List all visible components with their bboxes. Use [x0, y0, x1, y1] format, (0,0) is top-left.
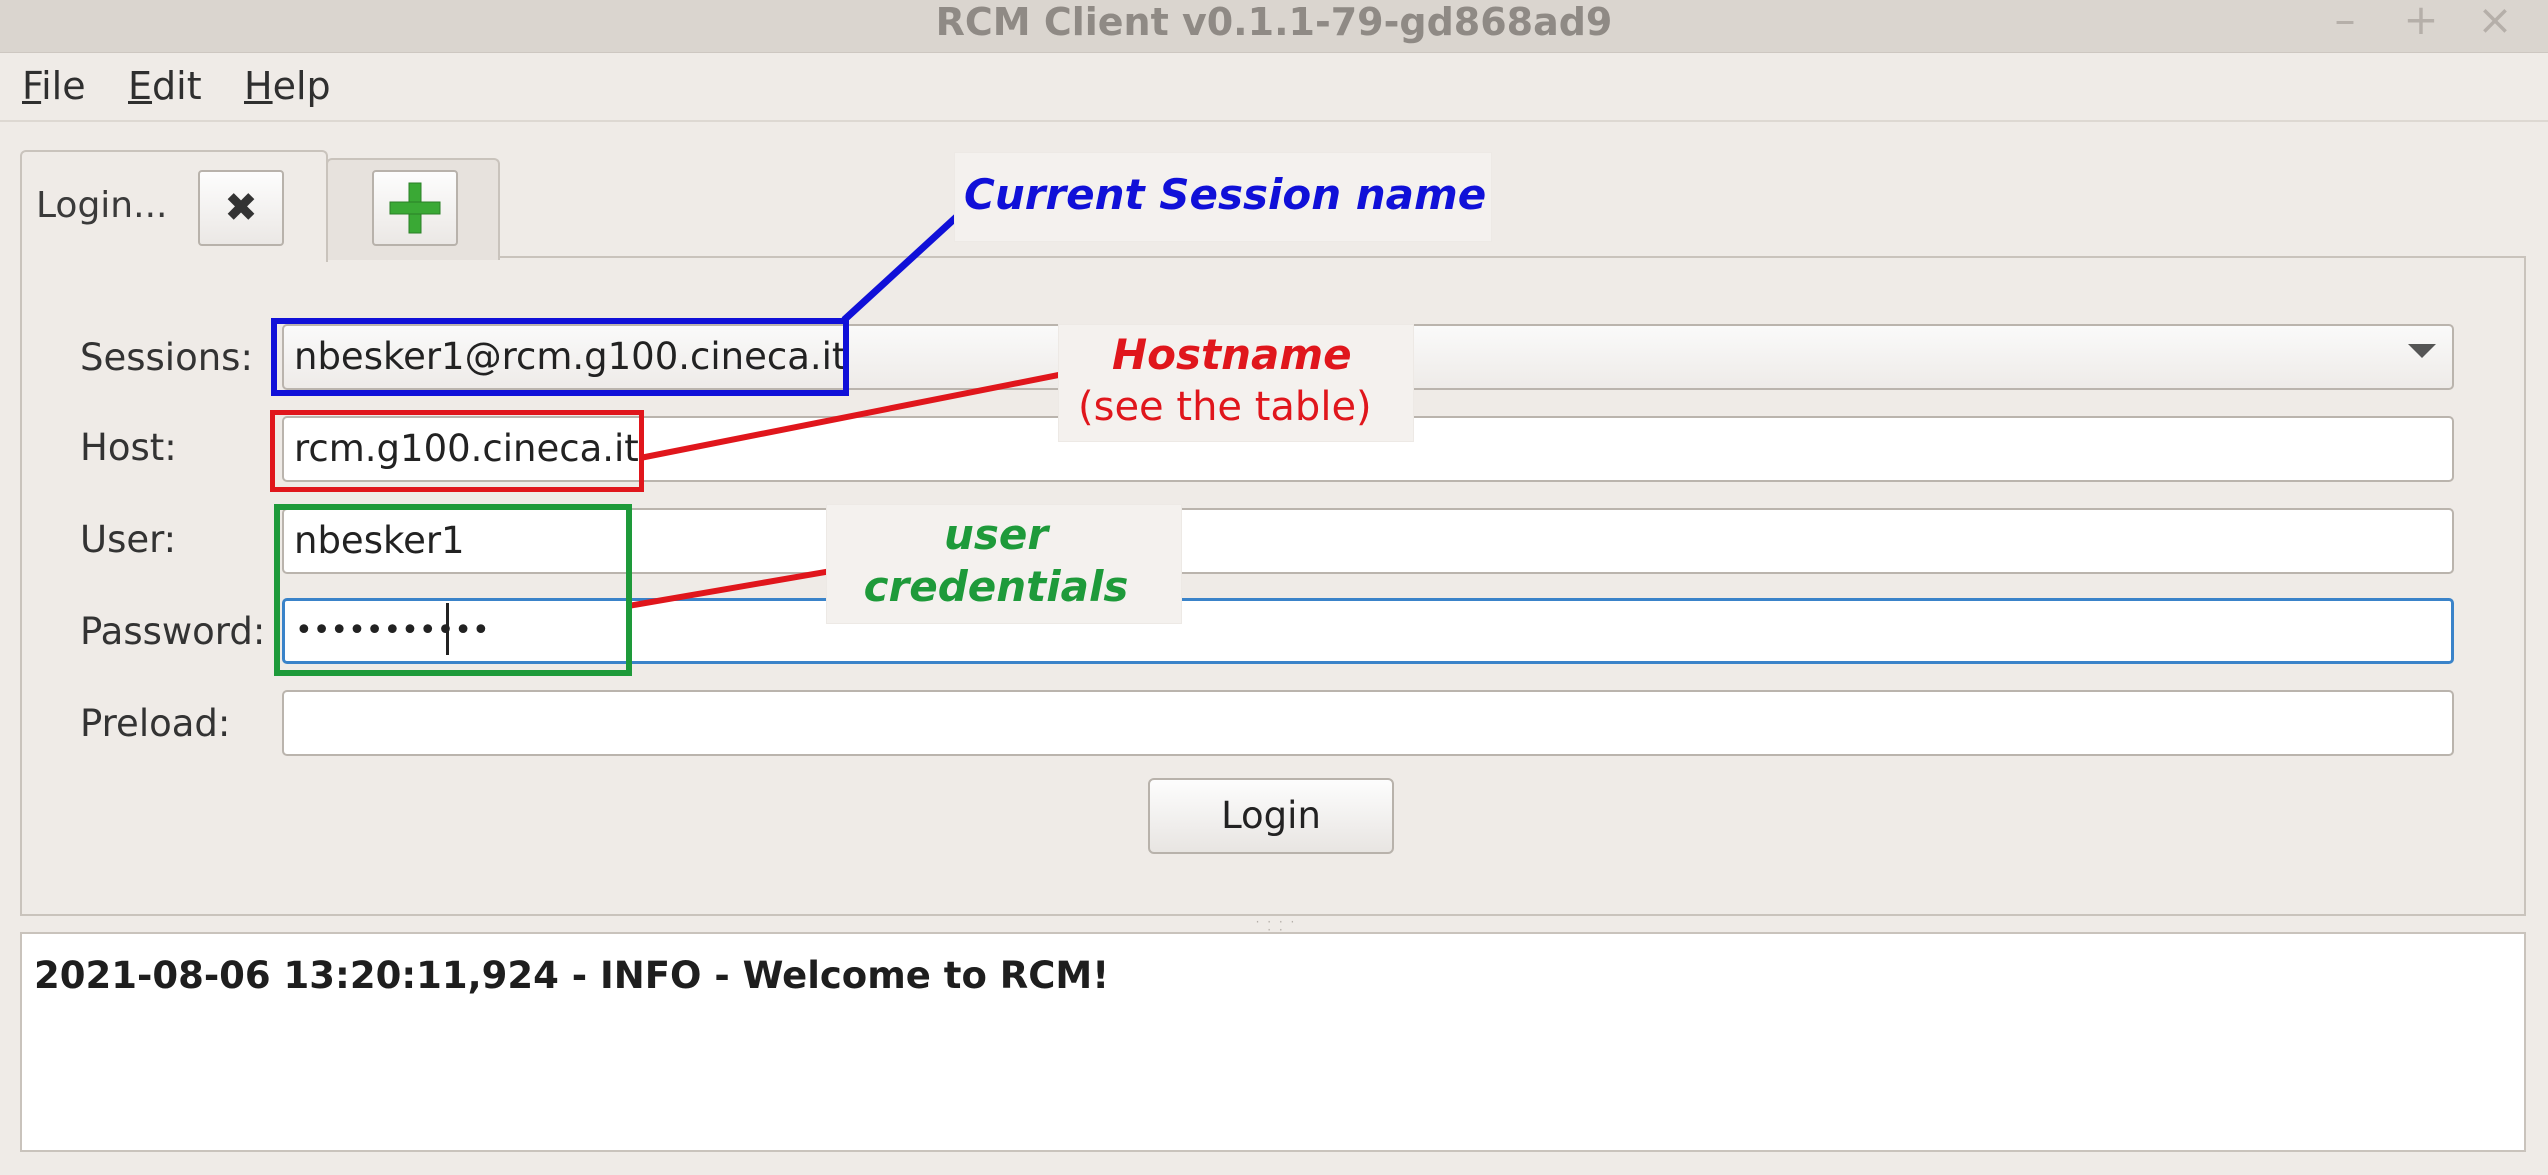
- annotation-box-host: [270, 410, 644, 492]
- annotation-credentials-line1: user: [943, 510, 1049, 559]
- annotation-box-session: [271, 318, 849, 396]
- annotation-hostname-sub: (see the table): [1078, 384, 1372, 430]
- annotation-credentials-line2: credentials: [863, 562, 1129, 611]
- annotation-session-name: Current Session name: [964, 170, 1487, 219]
- annotation-hostname: Hostname: [1112, 330, 1352, 379]
- tab-login-label: Login...: [36, 185, 168, 226]
- close-tab-button[interactable]: ✖: [198, 170, 284, 246]
- annotation-box-credentials: [274, 504, 632, 676]
- annotation-connector-blue: [841, 207, 967, 323]
